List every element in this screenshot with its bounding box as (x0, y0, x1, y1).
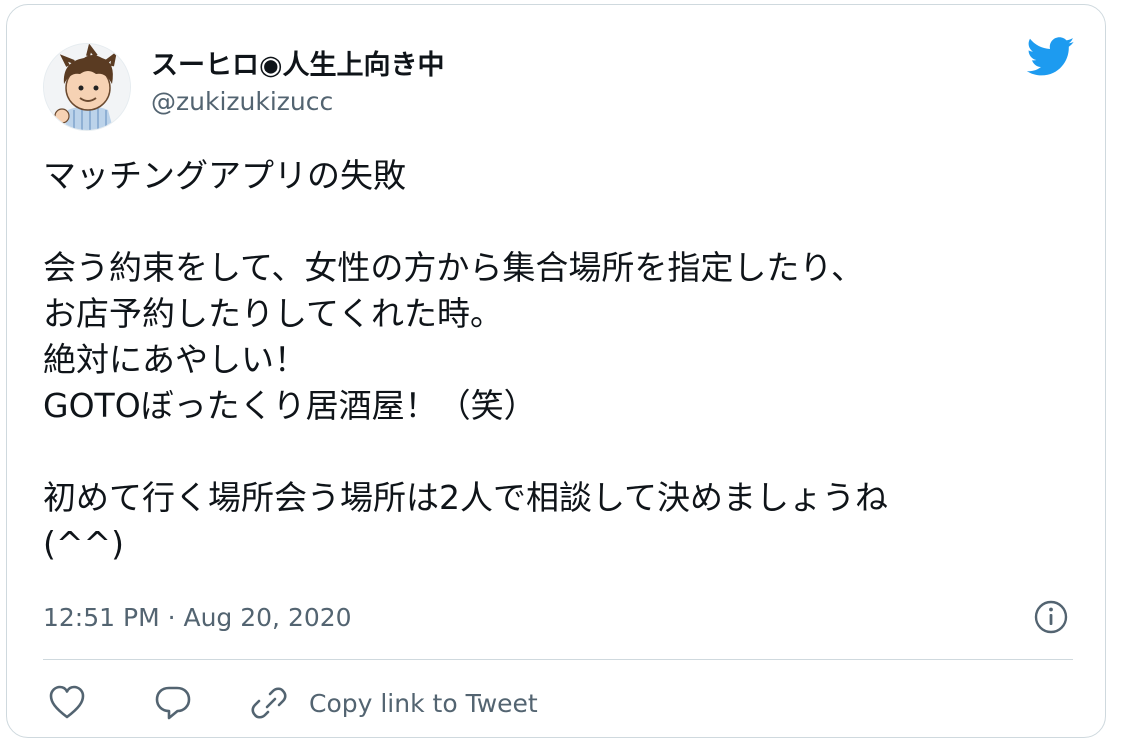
divider (43, 659, 1073, 660)
author-handle[interactable]: @zukizukizucc (151, 87, 333, 116)
link-chain-icon (251, 687, 287, 719)
twitter-bird-icon[interactable] (1026, 37, 1075, 77)
tweet-text-line: 絶対にあやしい！ (43, 340, 307, 379)
tweet-text-line (43, 429, 1093, 475)
copy-link-label: Copy link to Tweet (309, 688, 538, 718)
tweet-text-line (43, 199, 1093, 245)
like-button[interactable] (47, 681, 87, 725)
info-icon[interactable] (1031, 597, 1071, 637)
tweet-text-line: GOTOぼったくり居酒屋！（笑） (43, 386, 537, 425)
tweet-card: スーヒロ◉人生上向き中 @zukizukizucc マッチングアプリの失敗 会う… (6, 4, 1106, 738)
tweet-text-line: 初めて行く場所会う場所は2人で相談して決めましょうね (43, 478, 889, 517)
tweet-text-line: マッチングアプリの失敗 (43, 156, 406, 195)
tweet-text-line: お店予約したりしてくれた時。 (43, 294, 504, 333)
heart-icon (49, 685, 85, 719)
tweet-text-line: (^^) (43, 524, 125, 563)
copy-link-button[interactable]: Copy link to Tweet (249, 681, 579, 725)
avatar[interactable] (43, 43, 131, 131)
tweet-text: マッチングアプリの失敗 会う約束をして、女性の方から集合場所を指定したり、 お店… (43, 153, 1093, 567)
tweet-timestamp[interactable]: 12:51 PM · Aug 20, 2020 (43, 603, 352, 632)
avatar-illustration-icon (44, 44, 130, 130)
reply-bubble-icon (155, 686, 191, 720)
author-display-name[interactable]: スーヒロ◉人生上向き中 (151, 43, 445, 82)
tweet-text-line: 会う約束をして、女性の方から集合場所を指定したり、 (43, 248, 865, 287)
reply-button[interactable] (153, 681, 193, 725)
